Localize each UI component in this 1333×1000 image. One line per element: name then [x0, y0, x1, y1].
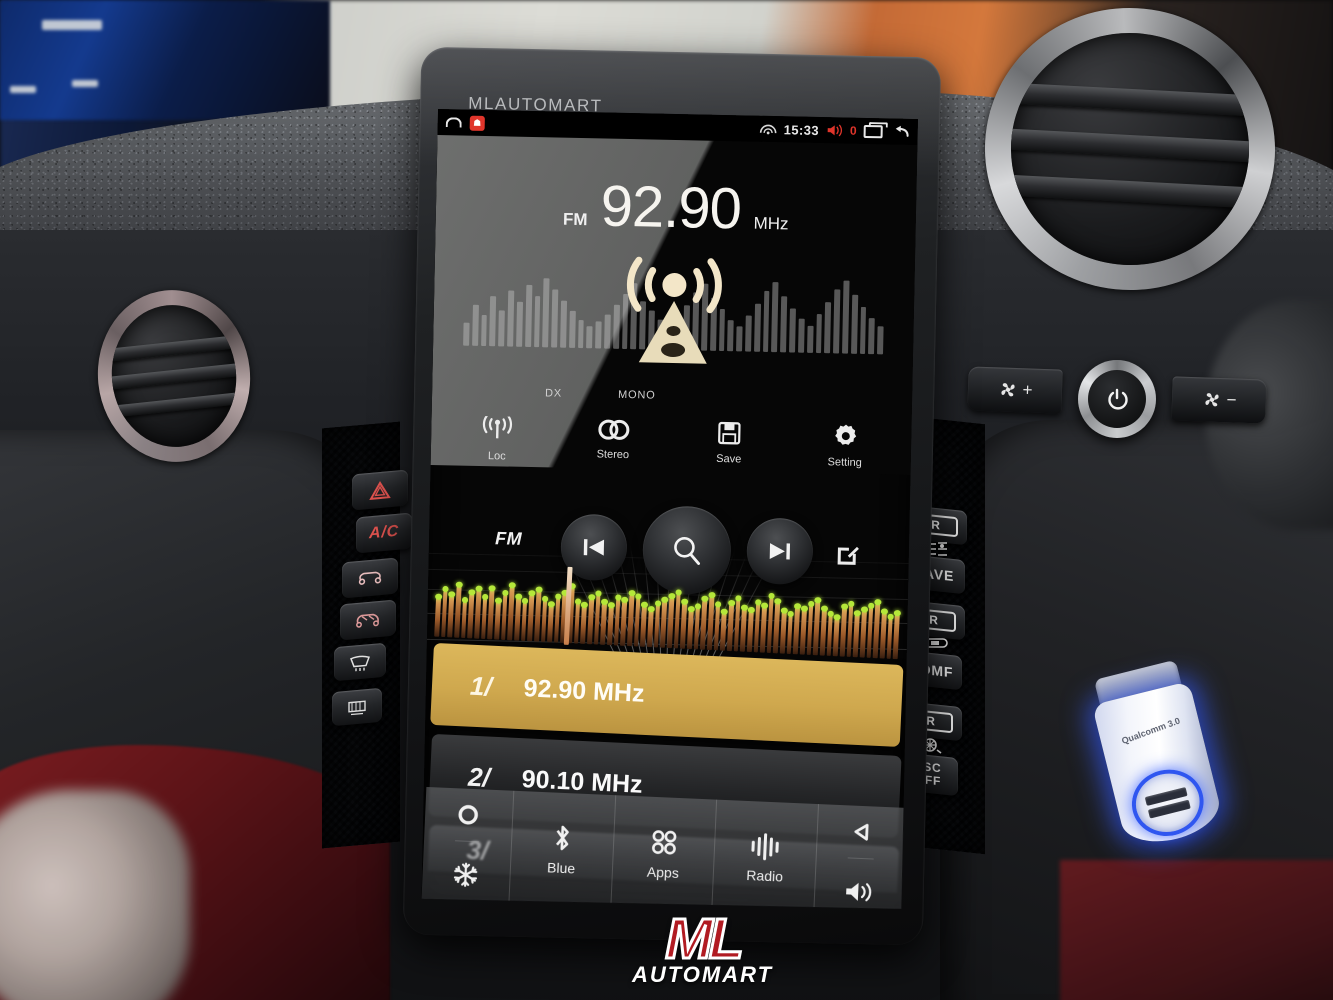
head-unit-screen[interactable]: ☗ 15:33 0 FM 92.90 MHz DX MONO Loc Stere… — [421, 109, 918, 909]
edit-icon[interactable] — [835, 543, 859, 567]
watermark-logo: ML AUTOMART — [575, 908, 830, 994]
hazard-triangle-icon — [369, 480, 391, 500]
snowflake-icon — [454, 862, 478, 887]
signal-icon — [759, 124, 777, 135]
radio-function-row: Loc Stereo Save Setting — [431, 415, 912, 471]
preset-row[interactable]: 1/ 92.90 MHz — [430, 642, 904, 747]
frequency-value: 92.90 — [600, 173, 742, 242]
home-icon[interactable] — [445, 117, 462, 128]
ac-button-label: A/C — [369, 522, 399, 543]
previous-track-icon — [583, 539, 605, 556]
stereo-button[interactable]: Stereo — [582, 418, 645, 465]
band-label: FM — [562, 209, 588, 230]
frequency-unit: MHz — [753, 213, 789, 234]
recirculate-icon — [358, 571, 382, 585]
loc-button[interactable]: Loc — [466, 416, 529, 463]
hazard-button[interactable] — [352, 469, 408, 511]
ac-button[interactable]: A/C — [356, 512, 412, 554]
fresh-air-icon — [356, 613, 379, 628]
save-floppy-icon — [718, 421, 741, 445]
background-display — [0, 0, 330, 120]
local-signal-icon — [482, 416, 513, 439]
next-track-icon — [769, 543, 791, 560]
status-time: 15:33 — [783, 121, 820, 138]
mode-indicators: DX MONO — [432, 385, 912, 401]
dock-radio-button[interactable]: Radio — [712, 799, 820, 909]
loc-label: Loc — [487, 450, 506, 463]
radio-tower-icon — [626, 256, 722, 364]
next-station-button[interactable] — [746, 517, 814, 585]
save-preset-button[interactable]: Save — [698, 421, 761, 468]
dock-climate-cell[interactable] — [421, 786, 515, 903]
radio-tower-wrap — [433, 250, 915, 380]
dock-ring-button[interactable] — [455, 788, 482, 843]
back-icon[interactable] — [890, 124, 910, 138]
speaker-volume-icon — [845, 882, 871, 902]
head-unit: MLAUTOMART ☗ 15:33 0 FM 92.90 MHz DX MON… — [402, 46, 942, 946]
search-icon — [674, 536, 700, 565]
dock-volume-button[interactable] — [843, 865, 875, 909]
dock-ac-button[interactable] — [452, 848, 480, 901]
dock-back-button[interactable] — [847, 805, 876, 860]
radio-waveform-icon — [751, 832, 779, 860]
volume-mute-icon[interactable] — [826, 123, 843, 137]
floor-mat-right — [1060, 860, 1333, 1000]
watermark-automart: AUTOMART — [631, 961, 774, 987]
rear-defrost-button[interactable] — [332, 687, 382, 727]
mono-label: MONO — [617, 388, 656, 402]
setting-label: Setting — [827, 456, 862, 469]
stereo-icon — [598, 419, 630, 440]
dx-label: DX — [544, 387, 563, 400]
dock-apps-button[interactable]: Apps — [610, 795, 718, 909]
app-icon[interactable]: ☗ — [469, 115, 485, 131]
front-defrost-icon — [350, 655, 370, 671]
radio-hero: FM 92.90 MHz DX MONO Loc Stereo Save Set… — [430, 135, 918, 475]
volume-value: 0 — [849, 123, 857, 138]
fresh-air-button[interactable] — [340, 599, 396, 641]
fan-increase-label: + — [1022, 380, 1033, 400]
gear-icon — [834, 424, 856, 445]
recirculation-button[interactable] — [342, 557, 398, 599]
preset-number: 1/ — [469, 670, 493, 702]
preset-frequency: 92.90 MHz — [523, 673, 646, 708]
recent-apps-icon[interactable] — [863, 124, 883, 138]
power-knob[interactable] — [1078, 360, 1156, 438]
bluetooth-icon — [556, 825, 570, 850]
foreground-blur — [0, 790, 190, 1000]
back-triangle-icon — [854, 823, 869, 841]
fan-icon — [1000, 383, 1015, 397]
setting-button[interactable]: Setting — [814, 423, 877, 470]
car-interior-scene: A/C R SAVE R COMF R ESC OFF + − MLAUTOMA… — [0, 0, 1333, 1000]
ring-icon — [458, 805, 479, 825]
dock-bluetooth-button[interactable]: Blue — [509, 790, 616, 908]
dock-bluetooth-label: Blue — [546, 858, 576, 877]
dock-radio-label: Radio — [746, 866, 784, 885]
fan-increase-button[interactable]: + — [967, 366, 1063, 414]
band-side-label: FM — [494, 528, 523, 549]
power-icon — [1108, 388, 1128, 410]
fan-decrease-label: − — [1226, 390, 1237, 410]
rear-defrost-icon — [348, 700, 366, 715]
fan-decrease-button[interactable]: − — [1171, 376, 1267, 424]
stereo-label: Stereo — [596, 448, 630, 462]
frequency-display: FM 92.90 MHz — [435, 169, 916, 246]
save-label: Save — [716, 452, 742, 466]
apps-grid-icon — [652, 829, 677, 855]
front-defrost-button[interactable] — [334, 642, 386, 682]
dock-apps-label: Apps — [646, 863, 680, 881]
fan-icon — [1204, 393, 1219, 407]
dock-nav-cell[interactable] — [814, 804, 906, 909]
watermark-ml: ML — [664, 907, 745, 972]
bottom-dock: Blue Apps Radio — [421, 786, 906, 909]
